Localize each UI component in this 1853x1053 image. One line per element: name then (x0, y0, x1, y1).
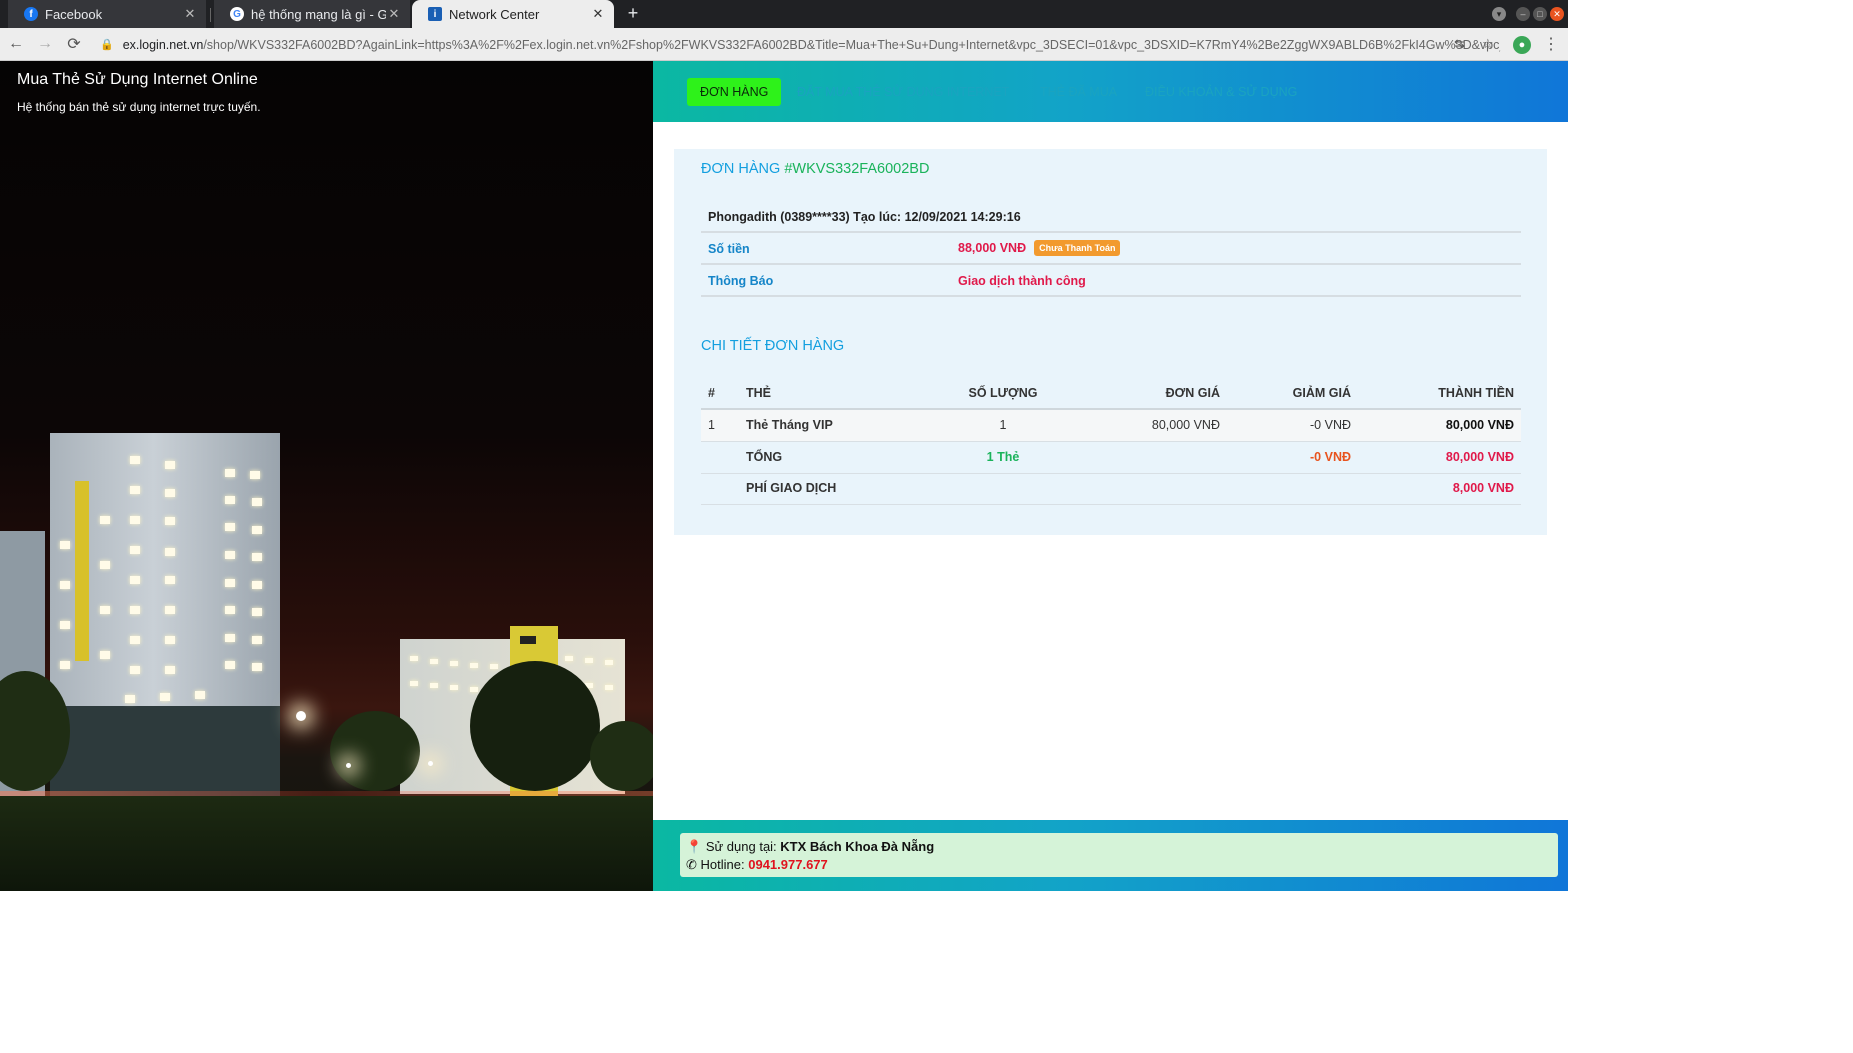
menu-icon[interactable]: ⋮ (1543, 34, 1559, 54)
row-unit-price: 80,000 VNĐ (1151, 418, 1220, 432)
new-tab-icon[interactable]: + (624, 3, 642, 24)
total-discount: -0 VNĐ (1310, 450, 1351, 464)
nav-purchased-cards[interactable]: THẺ ĐÃ MUA (1040, 78, 1117, 106)
hero-subtitle: Hệ thống bán thẻ sử dụng internet trực t… (17, 100, 261, 114)
translate-icon[interactable]: ⇆ (1454, 36, 1465, 52)
notice-value: Giao dịch thành công (958, 274, 1086, 288)
table-row: 1 Thẻ Tháng VIP 1 80,000 VNĐ -0 VNĐ 80,0… (701, 410, 1521, 442)
maximize-icon[interactable]: □ (1533, 7, 1547, 21)
tree (590, 721, 653, 791)
street-lamp (346, 763, 351, 768)
details-table-header: # THẺ SỐ LƯỢNG ĐƠN GIÁ GIẢM GIÁ THÀNH TI… (701, 378, 1521, 410)
tree (470, 661, 600, 791)
close-icon[interactable]: ✕ (590, 6, 606, 22)
back-icon[interactable]: ← (3, 31, 29, 57)
order-heading-prefix: ĐƠN HÀNG (701, 161, 781, 177)
close-icon[interactable]: ✕ (386, 6, 402, 22)
row-card: Thẻ Tháng VIP (746, 418, 833, 432)
tab-title: Facebook (45, 6, 103, 22)
location-pin-icon: 📍 (686, 839, 703, 854)
tab-search-icon[interactable]: ▾ (1492, 7, 1506, 21)
window-close-icon[interactable]: ✕ (1550, 7, 1564, 21)
forward-icon[interactable]: → (32, 31, 58, 57)
total-row: TỔNG 1 Thẻ -0 VNĐ 80,000 VNĐ (701, 442, 1521, 474)
col-card: THẺ (746, 386, 771, 400)
hero-title: Mua Thẻ Sử Dụng Internet Online (17, 71, 258, 88)
hotline-number[interactable]: 0941.977.677 (748, 857, 828, 872)
amount-label: Số tiền (708, 242, 750, 256)
reload-icon[interactable]: ⟳ (61, 31, 87, 57)
col-unit-price: ĐƠN GIÁ (1165, 386, 1220, 400)
building-main-base (50, 706, 280, 798)
amount-row: Số tiền 88,000 VNĐ Chưa Thanh Toán (701, 233, 1521, 265)
payment-status-badge: Chưa Thanh Toán (1034, 240, 1121, 256)
nav-buy-card[interactable]: ĐẶT MUA THẺ SỬ DỤNG INTERNET (797, 78, 1009, 106)
tab-title: hệ thống mạng là gì - Go (251, 6, 386, 22)
nav-terms[interactable]: ĐIỀU KHOẢN & SỬ DỤNG (1145, 78, 1297, 106)
phone-icon: ✆ (686, 857, 697, 872)
nav-orders[interactable]: ĐƠN HÀNG (687, 78, 782, 106)
lock-icon[interactable]: 🔒 (100, 38, 114, 51)
google-icon: G (230, 7, 244, 21)
order-code: #WKVS332FA6002BD (784, 161, 930, 177)
minimize-icon[interactable]: – (1516, 7, 1530, 21)
row-quantity: 1 (999, 418, 1007, 432)
main-nav: ĐƠN HÀNG ĐẶT MUA THẺ SỬ DỤNG INTERNET TH… (653, 61, 1568, 122)
url-host: ex.login.net.vn (122, 37, 204, 52)
info-icon: i (428, 7, 442, 21)
tab-google-search[interactable]: G hệ thống mạng là gì - Go ✕ (214, 0, 410, 28)
col-index: # (708, 386, 715, 400)
url-path: /shop/WKVS332FA6002BD?AgainLink=https%3A… (203, 37, 1502, 52)
footer-info: 📍 Sử dụng tại: KTX Bách Khoa Đà Nẵng ✆ H… (680, 833, 1558, 877)
row-index: 1 (708, 418, 715, 432)
order-heading: ĐƠN HÀNG #WKVS332FA6002BD (701, 161, 929, 177)
tab-strip: f Facebook ✕ G hệ thống mạng là gì - Go … (0, 0, 1568, 28)
order-summary: Phongadith (0389****33) Tạo lúc: 12/09/2… (708, 210, 1021, 224)
notice-label: Thông Báo (708, 274, 774, 288)
street-lamp (296, 711, 306, 721)
street-lamp (428, 761, 433, 766)
tab-title: Network Center (449, 6, 540, 22)
tab-network-center[interactable]: i Network Center ✕ (412, 0, 614, 28)
amount-value: 88,000 VNĐ (958, 241, 1027, 255)
building-yellow-strip (75, 481, 89, 661)
address-bar-row: ← → ⟳ 🔒 ex.login.net.vn/shop/WKVS332FA60… (0, 28, 1568, 61)
close-icon[interactable]: ✕ (182, 6, 198, 22)
tree (330, 711, 420, 791)
fee-row: PHÍ GIAO DỊCH 8,000 VNĐ (701, 473, 1521, 505)
col-quantity: SỐ LƯỢNG (968, 386, 1038, 400)
row-discount: -0 VNĐ (1310, 418, 1351, 432)
location-value: KTX Bách Khoa Đà Nẵng (780, 839, 935, 854)
extension-icon[interactable]: ● (1513, 36, 1531, 54)
total-amount: 80,000 VNĐ (1445, 450, 1514, 464)
col-total: THÀNH TIỀN (1438, 386, 1514, 400)
tab-facebook[interactable]: f Facebook ✕ (8, 0, 206, 28)
total-label: TỔNG (746, 450, 783, 464)
bookmark-star-icon[interactable]: ☆ (1482, 36, 1494, 52)
location-label: Sử dụng tại: (705, 839, 777, 854)
facebook-icon: f (24, 7, 38, 21)
fee-label: PHÍ GIAO DỊCH (746, 481, 837, 495)
col-discount: GIẢM GIÁ (1292, 386, 1351, 400)
details-heading: CHI TIẾT ĐƠN HÀNG (701, 338, 845, 354)
total-quantity: 1 Thẻ (986, 450, 1020, 464)
hotline-label: Hotline: (700, 857, 745, 872)
url-input[interactable]: 🔒 ex.login.net.vn/shop/WKVS332FA6002BD?A… (92, 32, 1502, 57)
fee-amount: 8,000 VNĐ (1452, 481, 1514, 495)
hero-image: Mua Thẻ Sử Dụng Internet Online Hệ thống… (0, 61, 653, 891)
notice-row: Thông Báo Giao dịch thành công (701, 265, 1521, 297)
order-summary-row: Phongadith (0389****33) Tạo lúc: 12/09/2… (701, 201, 1521, 233)
row-total: 80,000 VNĐ (1445, 418, 1514, 432)
grass-field (0, 796, 653, 891)
